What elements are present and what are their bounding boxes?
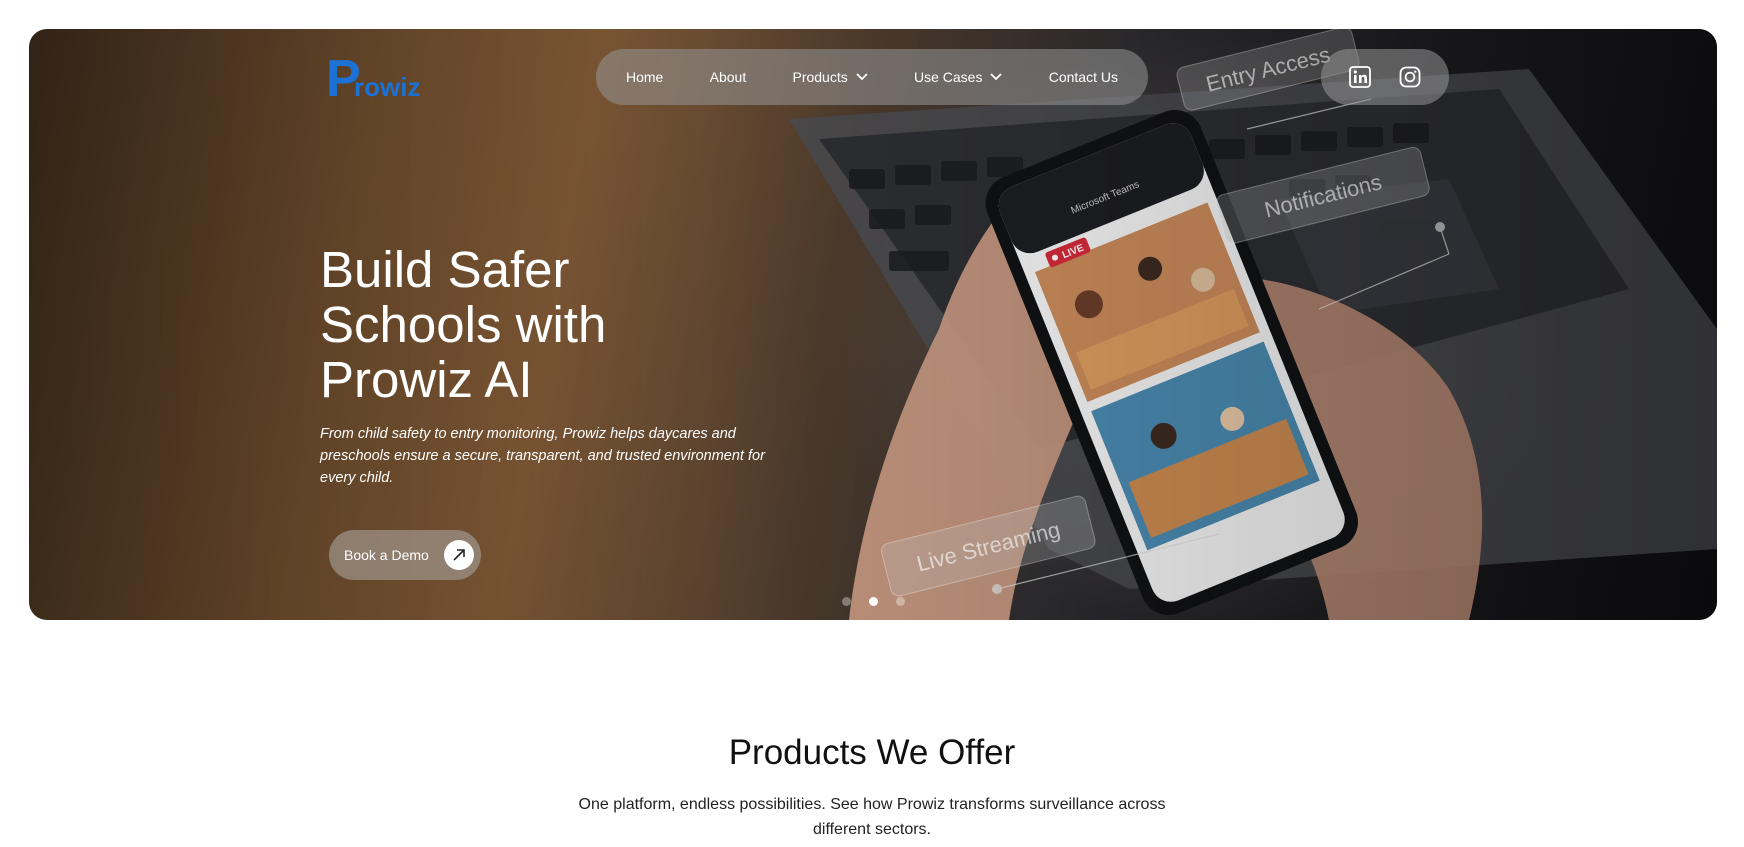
logo-wordmark: rowiz bbox=[354, 72, 421, 102]
carousel-indicators bbox=[842, 597, 905, 606]
main-navigation: Home About Products Use Cases Contact Us bbox=[596, 49, 1148, 105]
chevron-down-icon bbox=[990, 73, 1003, 81]
products-section-title: Products We Offer bbox=[728, 733, 1016, 772]
hero-background-image: Microsoft Teams LIVE Entry Access Notifi… bbox=[789, 29, 1717, 620]
nav-contact-us-label: Contact Us bbox=[1048, 69, 1118, 85]
hero-subtext: From child safety to entry monitoring, P… bbox=[320, 426, 765, 486]
nav-about-label: About bbox=[709, 69, 747, 85]
prowiz-logo[interactable]: P rowiz bbox=[326, 51, 436, 105]
carousel-dot-3[interactable] bbox=[896, 597, 905, 606]
chevron-down-icon bbox=[856, 73, 868, 81]
carousel-dot-1[interactable] bbox=[842, 597, 851, 606]
nav-products-label: Products bbox=[792, 69, 848, 85]
hero-banner: Microsoft Teams LIVE Entry Access Notifi… bbox=[29, 29, 1717, 620]
carousel-dot-2[interactable] bbox=[869, 597, 878, 606]
nav-home-label: Home bbox=[626, 69, 664, 85]
nav-products[interactable]: Products bbox=[792, 69, 868, 85]
social-links bbox=[1321, 49, 1449, 105]
book-demo-button[interactable]: Book a Demo bbox=[329, 530, 481, 580]
nav-use-cases-label: Use Cases bbox=[914, 69, 983, 85]
hero-headline: Build Safer Schools with Prowiz AI bbox=[320, 241, 607, 408]
arrow-up-right-icon bbox=[444, 540, 474, 570]
linkedin-icon[interactable] bbox=[1349, 66, 1371, 88]
instagram-icon[interactable] bbox=[1399, 66, 1421, 88]
book-demo-label: Book a Demo bbox=[344, 547, 429, 563]
products-section-subtitle: One platform, endless possibilities. See… bbox=[578, 796, 1166, 838]
nav-use-cases[interactable]: Use Cases bbox=[914, 69, 1003, 85]
nav-home[interactable]: Home bbox=[626, 69, 663, 85]
nav-contact-us[interactable]: Contact Us bbox=[1049, 69, 1118, 85]
nav-about[interactable]: About bbox=[710, 69, 747, 85]
